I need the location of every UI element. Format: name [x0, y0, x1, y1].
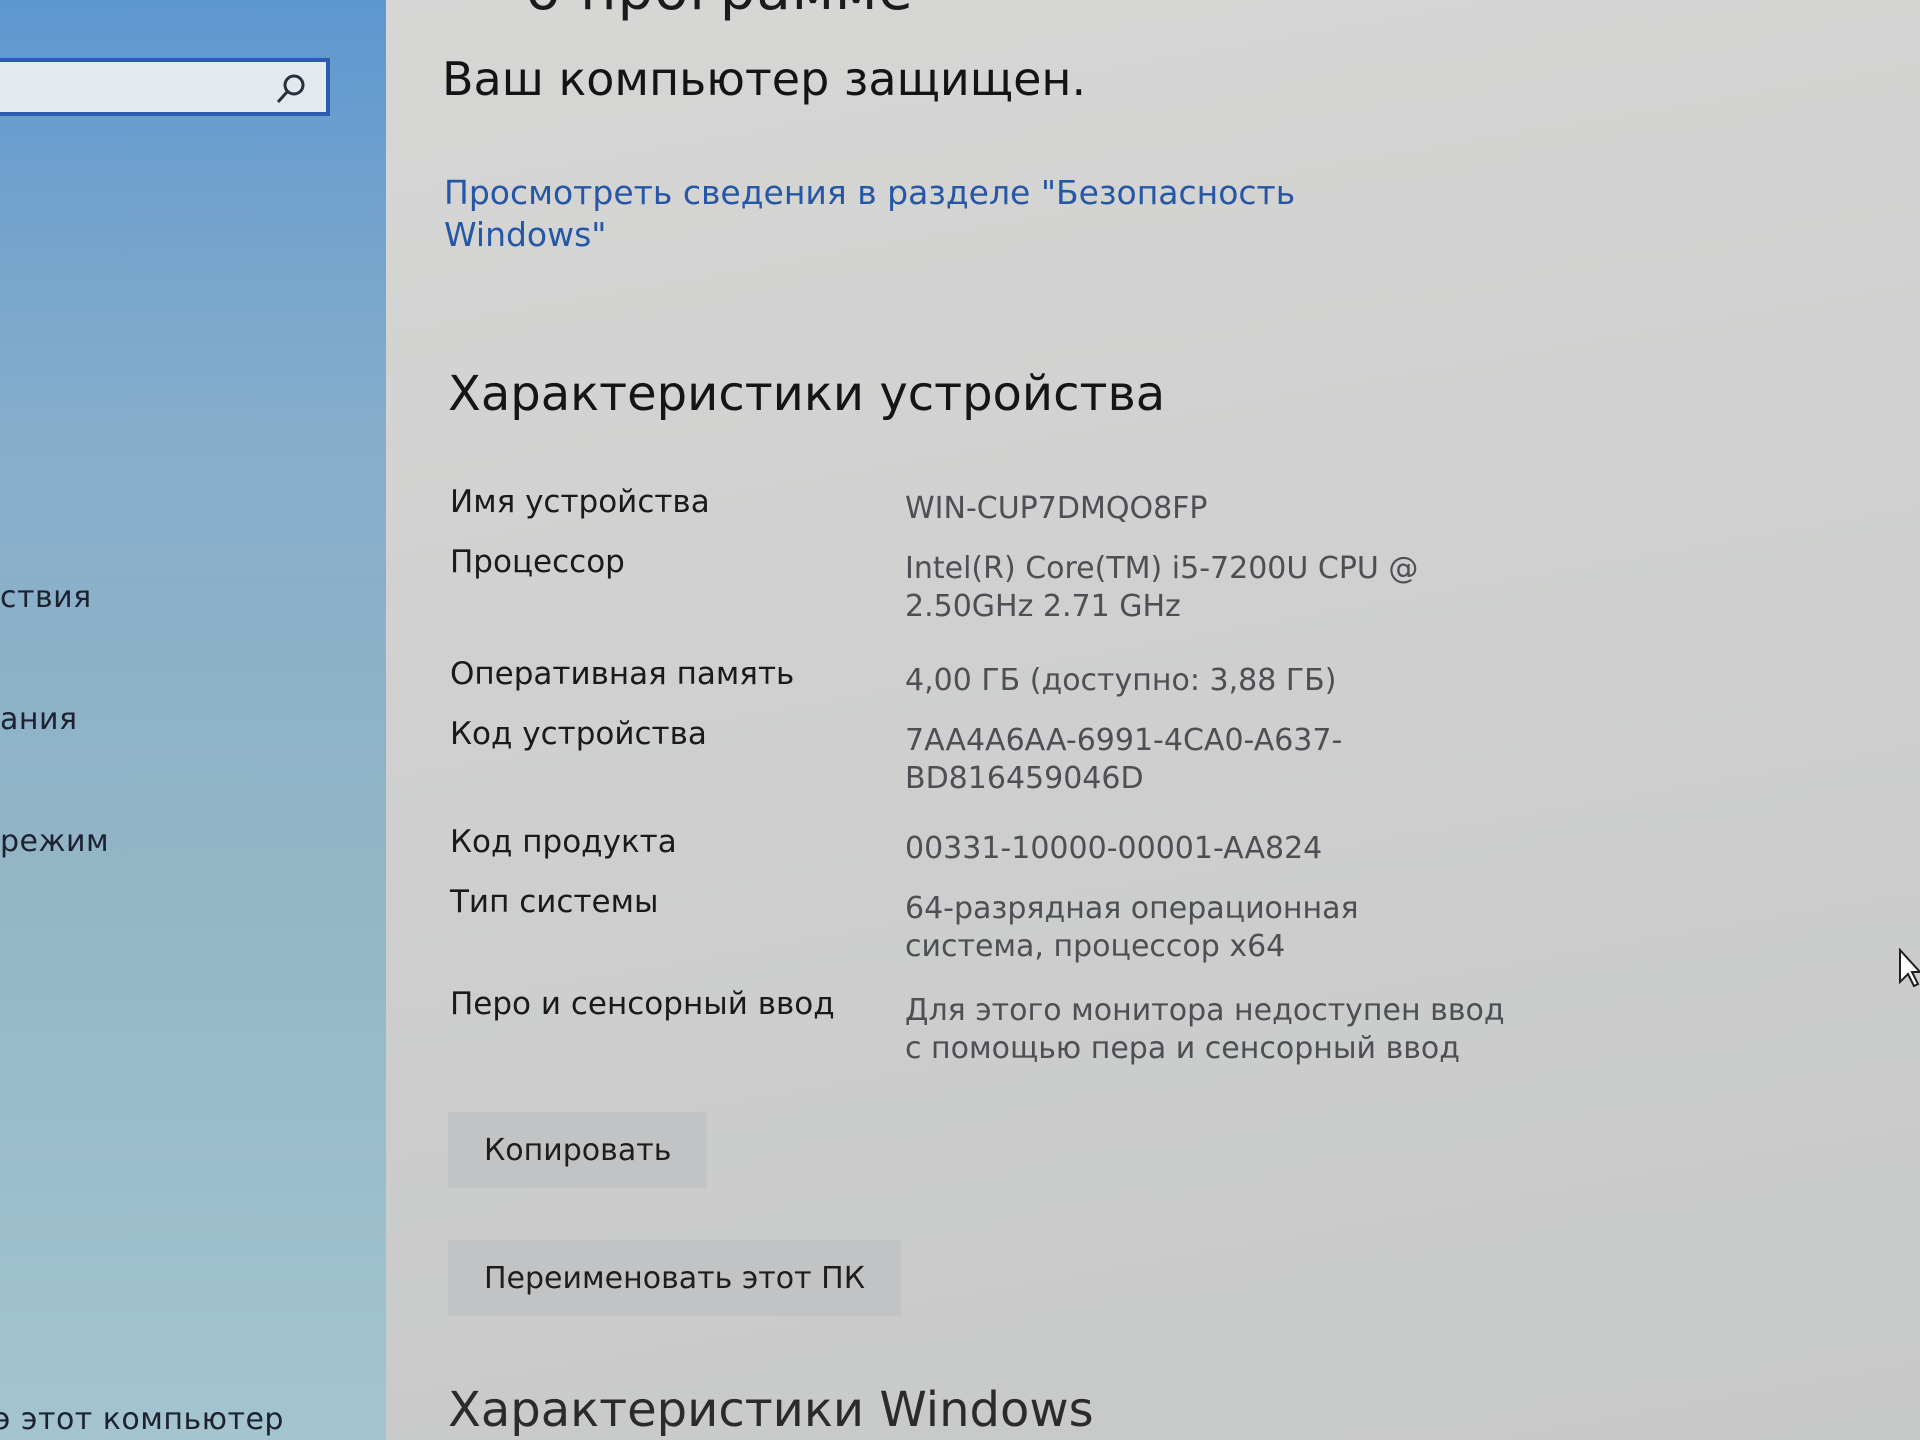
- spec-value: WIN-CUP7DMQO8FP: [905, 491, 1208, 526]
- spec-label: Имя устройства: [450, 484, 710, 520]
- sidebar: ствия ания режим э этот компьютер: [0, 0, 386, 1440]
- spec-value: 4,00 ГБ (доступно: 3,88 ГБ): [905, 663, 1337, 698]
- spec-value: 00331-10000-00001-AA824: [905, 831, 1323, 866]
- spec-label: Код устройства: [450, 716, 707, 752]
- spec-label: Процессор: [450, 544, 625, 580]
- spec-value: 7AA4A6AA-6991-4CA0-A637-BD816459046D: [905, 723, 1343, 796]
- spec-value: Intel(R) Core(TM) i5-7200U CPU @ 2.50GHz…: [905, 551, 1419, 624]
- spec-label: Код продукта: [450, 824, 677, 860]
- main-content: о программе Ваш компьютер защищен. Просм…: [386, 0, 1920, 1440]
- copy-button[interactable]: Копировать: [448, 1112, 708, 1188]
- search-icon[interactable]: [274, 72, 308, 106]
- sidebar-item-2[interactable]: ания: [0, 702, 78, 737]
- spec-value: 64-разрядная операционная система, проце…: [905, 891, 1359, 964]
- spec-value: Для этого монитора недоступен ввод с пом…: [905, 993, 1505, 1066]
- sidebar-item-4[interactable]: э этот компьютер: [0, 1402, 284, 1437]
- windows-specs-heading: Характеристики Windows: [448, 1382, 1094, 1438]
- sidebar-item-3[interactable]: режим: [0, 824, 109, 859]
- rename-pc-button[interactable]: Переименовать этот ПК: [448, 1240, 901, 1316]
- spec-label: Оперативная память: [450, 656, 795, 692]
- security-link[interactable]: Просмотреть сведения в разделе "Безопасн…: [444, 172, 1344, 256]
- mouse-cursor-icon: [1899, 948, 1920, 988]
- spec-label: Перо и сенсорный ввод: [450, 986, 835, 1022]
- device-specs-heading: Характеристики устройства: [448, 366, 1166, 422]
- protection-status: Ваш компьютер защищен.: [442, 52, 1087, 106]
- spec-label: Тип системы: [450, 884, 659, 920]
- sidebar-item-1[interactable]: ствия: [0, 580, 92, 615]
- search-input[interactable]: [0, 58, 330, 116]
- page-title: о программе: [526, 0, 914, 23]
